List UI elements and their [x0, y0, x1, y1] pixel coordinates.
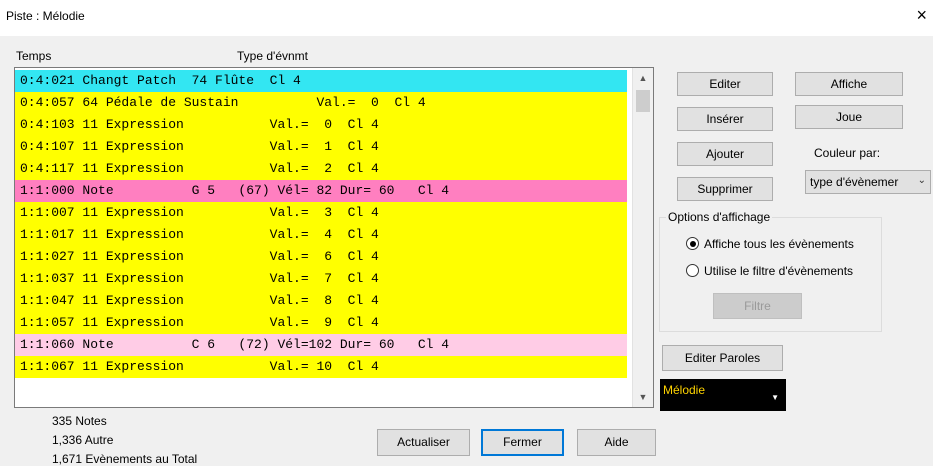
title-bar: Piste : Mélodie ×: [0, 0, 933, 36]
help-button[interactable]: Aide: [577, 429, 656, 456]
event-row[interactable]: 1:1:057 11 Expression Val.= 9 Cl 4: [15, 312, 627, 334]
column-header-time: Temps: [16, 49, 52, 63]
dropdown-arrow-icon: ▼: [771, 393, 779, 402]
delete-button[interactable]: Supprimer: [677, 177, 773, 201]
event-row[interactable]: 1:1:027 11 Expression Val.= 6 Cl 4: [15, 246, 627, 268]
event-row[interactable]: 1:1:007 11 Expression Val.= 3 Cl 4: [15, 202, 627, 224]
display-options-title: Options d'affichage: [666, 210, 773, 224]
scroll-thumb[interactable]: [636, 90, 650, 112]
show-all-radio[interactable]: [686, 237, 699, 250]
insert-button[interactable]: Insérer: [677, 107, 773, 131]
color-by-value: type d'évènemer: [810, 175, 899, 189]
event-row[interactable]: 1:1:067 11 Expression Val.= 10 Cl 4: [15, 356, 627, 378]
display-button[interactable]: Affiche: [795, 72, 903, 96]
event-row[interactable]: 1:1:047 11 Expression Val.= 8 Cl 4: [15, 290, 627, 312]
stats-notes: 335 Notes: [52, 414, 107, 428]
up-arrow-icon[interactable]: ▲: [633, 70, 653, 86]
event-row[interactable]: 0:4:057 64 Pédale de Sustain Val.= 0 Cl …: [15, 92, 627, 114]
add-button[interactable]: Ajouter: [677, 142, 773, 166]
event-row[interactable]: 0:4:117 11 Expression Val.= 2 Cl 4: [15, 158, 627, 180]
stats-other: 1,336 Autre: [52, 433, 114, 447]
event-row[interactable]: 1:1:060 Note C 6 (72) Vél=102 Dur= 60 Cl…: [15, 334, 627, 356]
event-rows: 0:4:021 Changt Patch 74 Flûte Cl 4 0:4:05…: [15, 70, 627, 378]
refresh-button[interactable]: Actualiser: [377, 429, 470, 456]
color-by-select[interactable]: type d'évènemer ⌄: [805, 170, 931, 194]
track-value: Mélodie: [663, 383, 706, 397]
event-row[interactable]: 1:1:017 11 Expression Val.= 4 Cl 4: [15, 224, 627, 246]
show-all-label[interactable]: Affiche tous les évènements: [704, 237, 854, 251]
track-select[interactable]: Mélodie ▼: [660, 379, 786, 411]
edit-button[interactable]: Editer: [677, 72, 773, 96]
down-arrow-icon[interactable]: ▼: [633, 389, 653, 405]
close-button[interactable]: Fermer: [481, 429, 564, 456]
play-button[interactable]: Joue: [795, 105, 903, 129]
use-filter-radio[interactable]: [686, 264, 699, 277]
close-icon[interactable]: ×: [916, 6, 927, 24]
event-row-selected[interactable]: 0:4:021 Changt Patch 74 Flûte Cl 4: [15, 70, 627, 92]
edit-lyrics-button[interactable]: Editer Paroles: [662, 345, 783, 371]
filter-button[interactable]: Filtre: [713, 293, 802, 319]
event-row[interactable]: 0:4:107 11 Expression Val.= 1 Cl 4: [15, 136, 627, 158]
event-row[interactable]: 1:1:037 11 Expression Val.= 7 Cl 4: [15, 268, 627, 290]
use-filter-label[interactable]: Utilise le filtre d'évènements: [704, 264, 853, 278]
event-row[interactable]: 0:4:103 11 Expression Val.= 0 Cl 4: [15, 114, 627, 136]
event-list[interactable]: 0:4:021 Changt Patch 74 Flûte Cl 4 0:4:05…: [14, 67, 654, 408]
chevron-down-icon: ⌄: [917, 175, 926, 186]
color-by-label: Couleur par:: [814, 146, 881, 160]
column-header-type: Type d'évnmt: [237, 49, 308, 63]
radio-selected-dot: [689, 240, 696, 247]
event-row[interactable]: 1:1:000 Note G 5 (67) Vél= 82 Dur= 60 Cl…: [15, 180, 627, 202]
event-list-scrollbar[interactable]: ▲ ▼: [632, 68, 653, 407]
window-title: Piste : Mélodie: [6, 9, 85, 23]
